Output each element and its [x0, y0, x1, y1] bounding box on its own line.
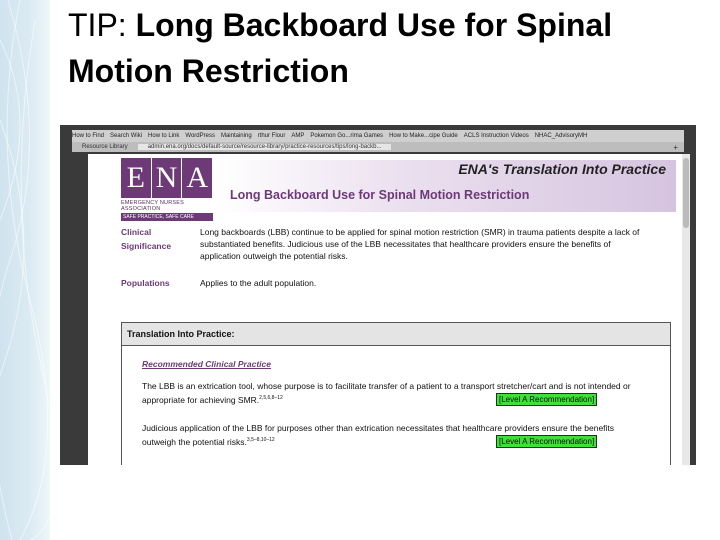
decorative-curves [0, 0, 50, 540]
recommendation-2-refs: 3,5–8,10–12 [246, 437, 275, 443]
slide-title-prefix: TIP: [68, 7, 136, 43]
populations-text: Applies to the adult population. [200, 278, 317, 288]
scrollbar-thumb[interactable] [683, 158, 689, 228]
logo-letter: N [151, 158, 182, 198]
translation-into-practice-label: ENA's Translation Into Practice [458, 161, 666, 177]
clinical-significance-text: Long backboards (LBB) continue to be app… [200, 227, 640, 261]
logo-letter: E [121, 158, 151, 198]
bookmarks-bar: How to Find Search Wiki How to Link Word… [72, 130, 684, 142]
level-a-badge: [Level A Recommendation] [496, 393, 598, 406]
new-tab-button[interactable]: + [667, 143, 684, 152]
logo-org-name: EMERGENCY NURSES ASSOCIATION [121, 200, 184, 212]
bookmark-item[interactable]: How to Make...cipe Guide [389, 133, 458, 139]
recommended-practice-heading: Recommended Clinical Practice [142, 359, 271, 369]
bookmark-item[interactable]: AMP [291, 133, 304, 139]
tab-document[interactable]: admin.ena.org/docs/default-source/resour… [137, 144, 392, 150]
logo-tagline: SAFE PRACTICE, SAFE CARE [121, 213, 213, 221]
bookmark-item[interactable]: rthur Flour [258, 133, 286, 139]
document-title: Long Backboard Use for Spinal Motion Res… [230, 188, 530, 202]
bookmark-item[interactable]: Search Wiki [110, 133, 142, 139]
browser-tabs: Resource Library admin.ena.org/docs/defa… [72, 142, 684, 152]
bookmark-item[interactable]: How to Find [72, 133, 104, 139]
bookmark-item[interactable]: WordPress [185, 133, 215, 139]
slide-title-bold: Long Backboard Use for Spinal Motion Res… [68, 7, 613, 89]
bookmark-item[interactable]: Maintaining [221, 133, 252, 139]
bookmark-item[interactable]: Pokemon Go...rima Games [310, 133, 383, 139]
bookmark-item[interactable]: NHAC_AdvisoryMH [535, 133, 588, 139]
bookmark-item[interactable]: How to Link [148, 133, 179, 139]
pdf-document: E N A EMERGENCY NURSES ASSOCIATION SAFE … [88, 154, 682, 465]
clinical-label: Clinical [121, 227, 152, 237]
decorative-side-strip [0, 0, 50, 540]
browser-screenshot: How to Find Search Wiki How to Link Word… [60, 125, 696, 465]
populations-label: Populations [121, 278, 170, 288]
ena-logo: E N A EMERGENCY NURSES ASSOCIATION SAFE … [121, 158, 213, 221]
translation-box-header: Translation Into Practice: [122, 323, 670, 346]
bookmark-item[interactable]: ACLS Instruction Videos [464, 133, 529, 139]
translation-box: Translation Into Practice: Recommended C… [121, 322, 671, 465]
recommendation-1-refs: 2,5,6,8–12 [259, 395, 283, 401]
slide-title: TIP: Long Backboard Use for Spinal Motio… [68, 2, 708, 94]
document-header: ENA's Translation Into Practice Long Bac… [216, 160, 676, 212]
significance-label: Significance [121, 241, 172, 251]
tab-resource-library[interactable]: Resource Library [72, 144, 138, 150]
level-a-badge: [Level A Recommendation] [496, 435, 598, 448]
vertical-scrollbar[interactable] [682, 154, 690, 465]
logo-letter: A [182, 158, 213, 198]
